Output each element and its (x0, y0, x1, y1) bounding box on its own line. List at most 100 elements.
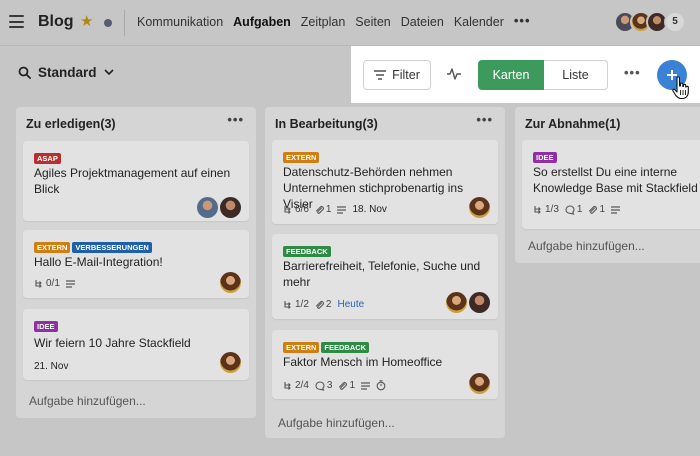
card-meta: 1/2 2 Heute (283, 299, 364, 310)
comment-count: 1 (576, 204, 583, 215)
nav-zeitplan[interactable]: Zeitplan (301, 15, 345, 30)
checklist-count: 1/3 (545, 204, 559, 215)
checklist-icon (284, 381, 291, 390)
column-in-progress: In Bearbeitung(3) ••• EXTERN Datenschutz… (265, 107, 505, 438)
tag-label: IDEE (533, 152, 557, 163)
column-todo: Zu erledigen(3) ••• ASAP Agiles Projektm… (16, 107, 256, 418)
card-assignees (446, 292, 490, 313)
avatar (220, 197, 241, 218)
card-meta: 0/1 (34, 278, 75, 289)
nav-kommunikation[interactable]: Kommunikation (137, 15, 223, 30)
avatar (469, 292, 490, 313)
task-card[interactable]: FEEDBACK Barrierefreiheit, Telefonie, Su… (272, 234, 498, 319)
column-review: Zur Abnahme(1) IDEE So erstellst Du eine… (515, 107, 700, 263)
checklist-count: 0/1 (46, 278, 60, 289)
member-avatars[interactable]: 5 (614, 11, 686, 33)
nav-more-button[interactable]: ••• (514, 13, 531, 28)
nav-dateien[interactable]: Dateien (401, 15, 444, 30)
list-view-button[interactable]: Liste (544, 60, 608, 90)
attachment-icon (315, 205, 324, 214)
comment-icon (565, 204, 575, 215)
add-task-link[interactable]: Aufgabe hinzufügen... (29, 394, 146, 408)
checklist-count: 6/6 (295, 204, 309, 215)
card-title: Hallo E-Mail-Integration! (34, 255, 163, 269)
checklist-icon (284, 205, 291, 214)
cards-view-button[interactable]: Karten (478, 60, 544, 90)
pointer-cursor-icon (672, 76, 689, 100)
checklist-icon (284, 300, 291, 309)
star-icon[interactable]: ★ (80, 12, 93, 30)
member-count-badge: 5 (664, 11, 686, 33)
card-assignees (469, 197, 490, 218)
avatar (446, 292, 467, 313)
attachment-count: 1 (325, 204, 332, 215)
card-meta: 21. Nov (34, 361, 68, 372)
filter-button[interactable]: Filter (363, 60, 431, 90)
card-title: Barrierefreiheit, Telefonie, Suche und m… (283, 259, 481, 289)
column-more-button[interactable]: ••• (227, 112, 244, 127)
column-title: Zur Abnahme(1) (525, 117, 621, 131)
hamburger-icon[interactable] (9, 15, 24, 28)
nav-kalender[interactable]: Kalender (454, 15, 504, 30)
top-bar: Blog ★ Kommunikation Aufgaben Zeitplan S… (0, 0, 700, 46)
attachment-count: 1 (599, 204, 606, 215)
card-assignees (220, 272, 241, 293)
add-task-link[interactable]: Aufgabe hinzufügen... (278, 416, 395, 430)
tag-label: EXTERN (283, 152, 320, 163)
card-assignees (220, 352, 241, 373)
more-options-button[interactable]: ••• (624, 65, 641, 80)
tag-label: IDEE (34, 321, 58, 332)
tag-label: ASAP (34, 153, 61, 164)
view-selector[interactable]: Standard (18, 65, 114, 80)
chevron-down-icon (103, 69, 114, 76)
comment-count: 3 (326, 380, 333, 391)
checklist-count: 2/4 (295, 380, 309, 391)
view-selector-label: Standard (38, 65, 97, 80)
add-task-link[interactable]: Aufgabe hinzufügen... (528, 239, 645, 253)
tag-label: FEEDBACK (283, 246, 331, 257)
task-card[interactable]: EXTERN Datenschutz-Behörden nehmen Unter… (272, 140, 498, 224)
due-date: 18. Nov (352, 204, 387, 215)
task-card[interactable]: EXTERN FEEDBACK Faktor Mensch im Homeoff… (272, 330, 498, 399)
comment-icon (315, 380, 325, 391)
checklist-icon (35, 279, 42, 288)
timer-icon (376, 380, 386, 391)
task-card[interactable]: IDEE So erstellst Du eine interne Knowle… (522, 140, 700, 229)
task-card[interactable]: IDEE Wir feiern 10 Jahre Stackfield 21. … (23, 309, 249, 380)
divider (124, 10, 125, 36)
filter-label: Filter (392, 68, 420, 82)
due-date: 21. Nov (34, 361, 69, 372)
task-card[interactable]: EXTERN VERBESSERUNGEN Hallo E-Mail-Integ… (23, 230, 249, 298)
nav-seiten[interactable]: Seiten (355, 15, 390, 30)
card-title: Wir feiern 10 Jahre Stackfield (34, 336, 191, 350)
card-title: Faktor Mensch im Homeoffice (283, 355, 443, 369)
card-meta: 2/4 3 1 (283, 380, 386, 391)
nav-aufgaben[interactable]: Aufgaben (233, 15, 291, 30)
activity-icon[interactable] (447, 67, 461, 81)
column-title: Zu erledigen(3) (26, 117, 116, 131)
tag-label: VERBESSERUNGEN (72, 242, 152, 253)
status-dot (104, 19, 112, 27)
card-assignees (469, 373, 490, 394)
description-icon (65, 279, 75, 288)
column-title: In Bearbeitung(3) (275, 117, 378, 131)
due-date: Heute (337, 299, 365, 310)
attachment-count: 1 (349, 380, 356, 391)
card-title: Agiles Projektmanagement auf einen Blick (34, 166, 231, 196)
project-nav: Kommunikation Aufgaben Zeitplan Seiten D… (137, 13, 531, 30)
checklist-count: 1/2 (295, 299, 309, 310)
board-toolbar: Filter Karten Liste ••• (351, 46, 700, 103)
attachment-icon (589, 205, 598, 214)
view-mode-toggle: Karten Liste (478, 60, 608, 90)
avatar (469, 373, 490, 394)
checklist-icon (534, 205, 541, 214)
attachment-icon (339, 381, 348, 390)
avatar (197, 197, 218, 218)
tag-label: EXTERN (34, 242, 71, 253)
column-more-button[interactable]: ••• (476, 112, 493, 127)
avatar (220, 352, 241, 373)
search-icon (18, 66, 31, 79)
project-title[interactable]: Blog (38, 13, 74, 31)
task-card[interactable]: ASAP Agiles Projektmanagement auf einen … (23, 141, 249, 221)
tag-label: FEEDBACK (321, 342, 370, 353)
